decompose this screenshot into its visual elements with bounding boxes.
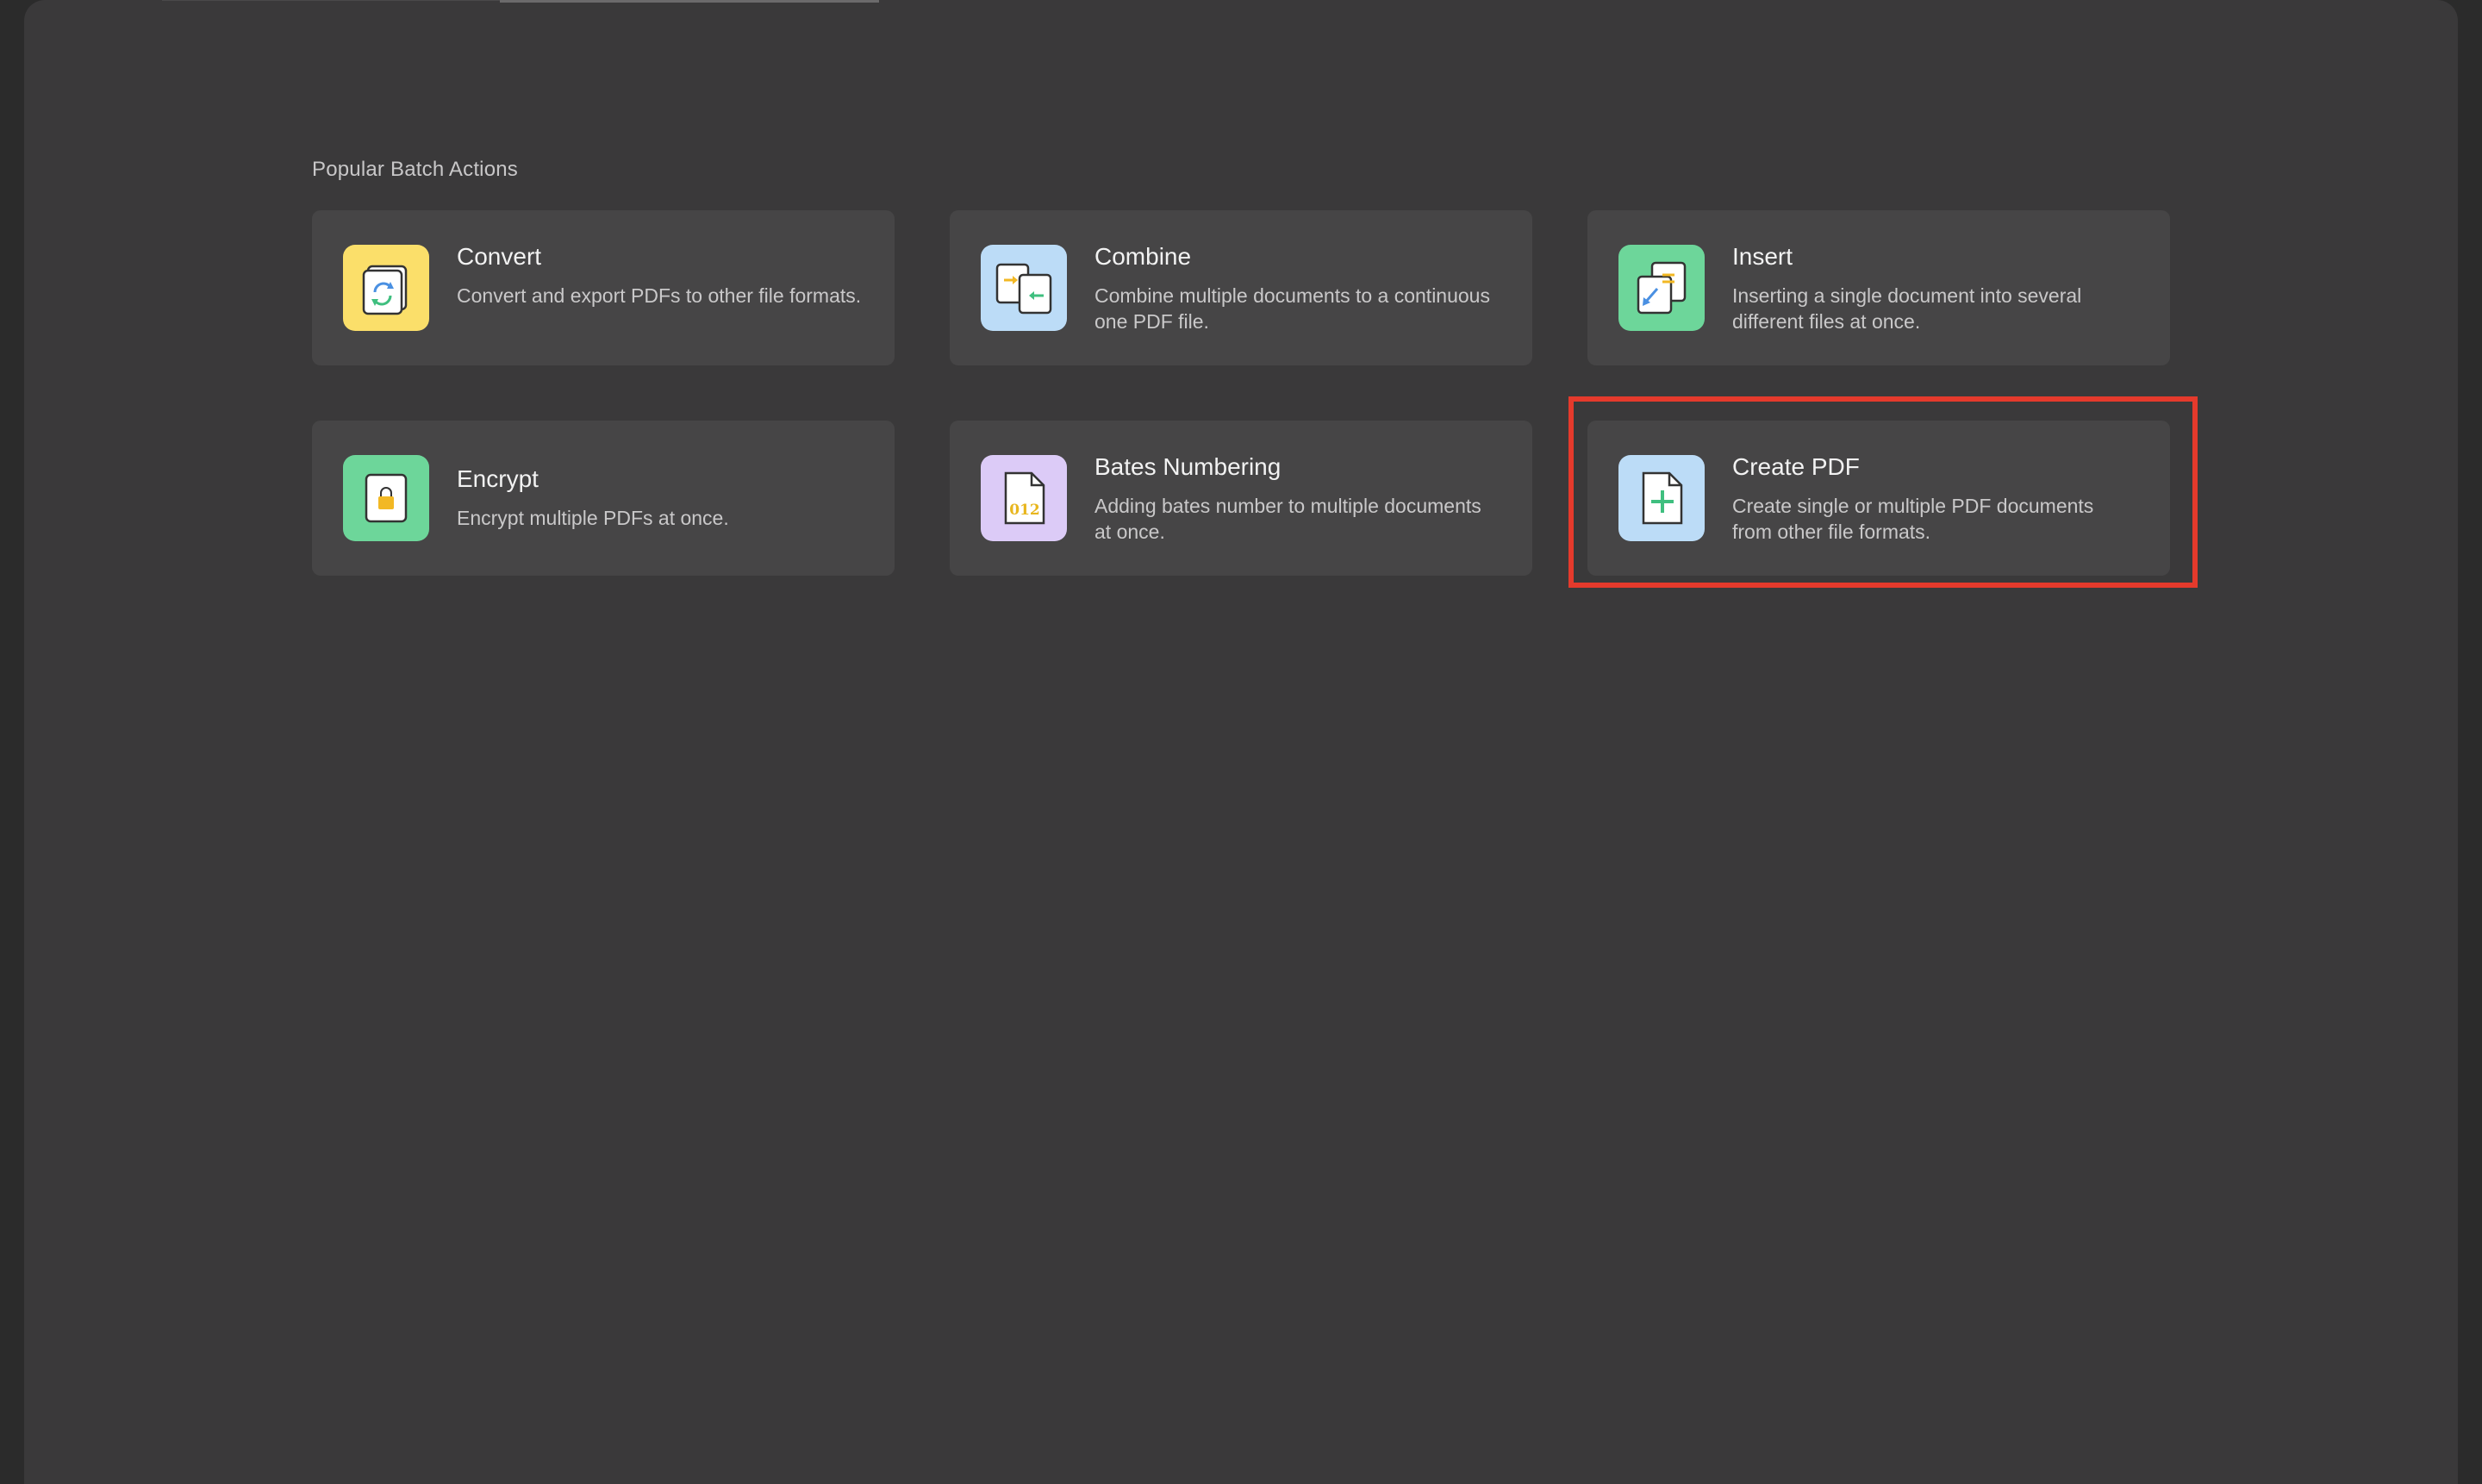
create-pdf-description: Create single or multiple PDF documents … — [1732, 495, 2094, 543]
combine-icon — [981, 245, 1067, 331]
combine-card[interactable]: Combine Combine multiple documents to a … — [950, 210, 1532, 365]
create-pdf-title: Create PDF — [1732, 453, 1860, 480]
insert-description: Inserting a single document into several… — [1732, 284, 2082, 333]
combine-title: Combine — [1094, 243, 1192, 270]
bates-numbering-description: Adding bates number to multiple document… — [1094, 495, 1481, 543]
bates-numbering-card[interactable]: 012 Bates Numbering Adding bates number … — [950, 421, 1532, 576]
bates-number-icon: 012 — [981, 455, 1067, 541]
convert-description: Convert and export PDFs to other file fo… — [457, 284, 862, 307]
convert-icon — [343, 245, 429, 331]
insert-icon — [1618, 245, 1705, 331]
section-title: Popular Batch Actions — [312, 158, 519, 181]
encrypt-title: Encrypt — [457, 465, 539, 492]
encrypt-description: Encrypt multiple PDFs at once. — [457, 507, 729, 529]
insert-card[interactable]: Insert Inserting a single document into … — [1587, 210, 2170, 365]
create-pdf-icon — [1618, 455, 1705, 541]
encrypt-card[interactable]: Encrypt Encrypt multiple PDFs at once. — [312, 421, 895, 576]
tab-indicator — [500, 0, 879, 3]
create-pdf-card[interactable]: Create PDF Create single or multiple PDF… — [1587, 421, 2170, 576]
batch-actions-window: Popular Batch Actions Convert Convert an… — [24, 0, 2458, 1484]
insert-title: Insert — [1732, 243, 1793, 270]
combine-description: Combine multiple documents to a continuo… — [1094, 284, 1490, 333]
bates-numbering-title: Bates Numbering — [1094, 453, 1282, 480]
convert-title: Convert — [457, 243, 542, 270]
lock-icon — [343, 455, 429, 541]
bates-number-icon-text: 012 — [1009, 502, 1040, 519]
convert-card[interactable]: Convert Convert and export PDFs to other… — [312, 210, 895, 365]
